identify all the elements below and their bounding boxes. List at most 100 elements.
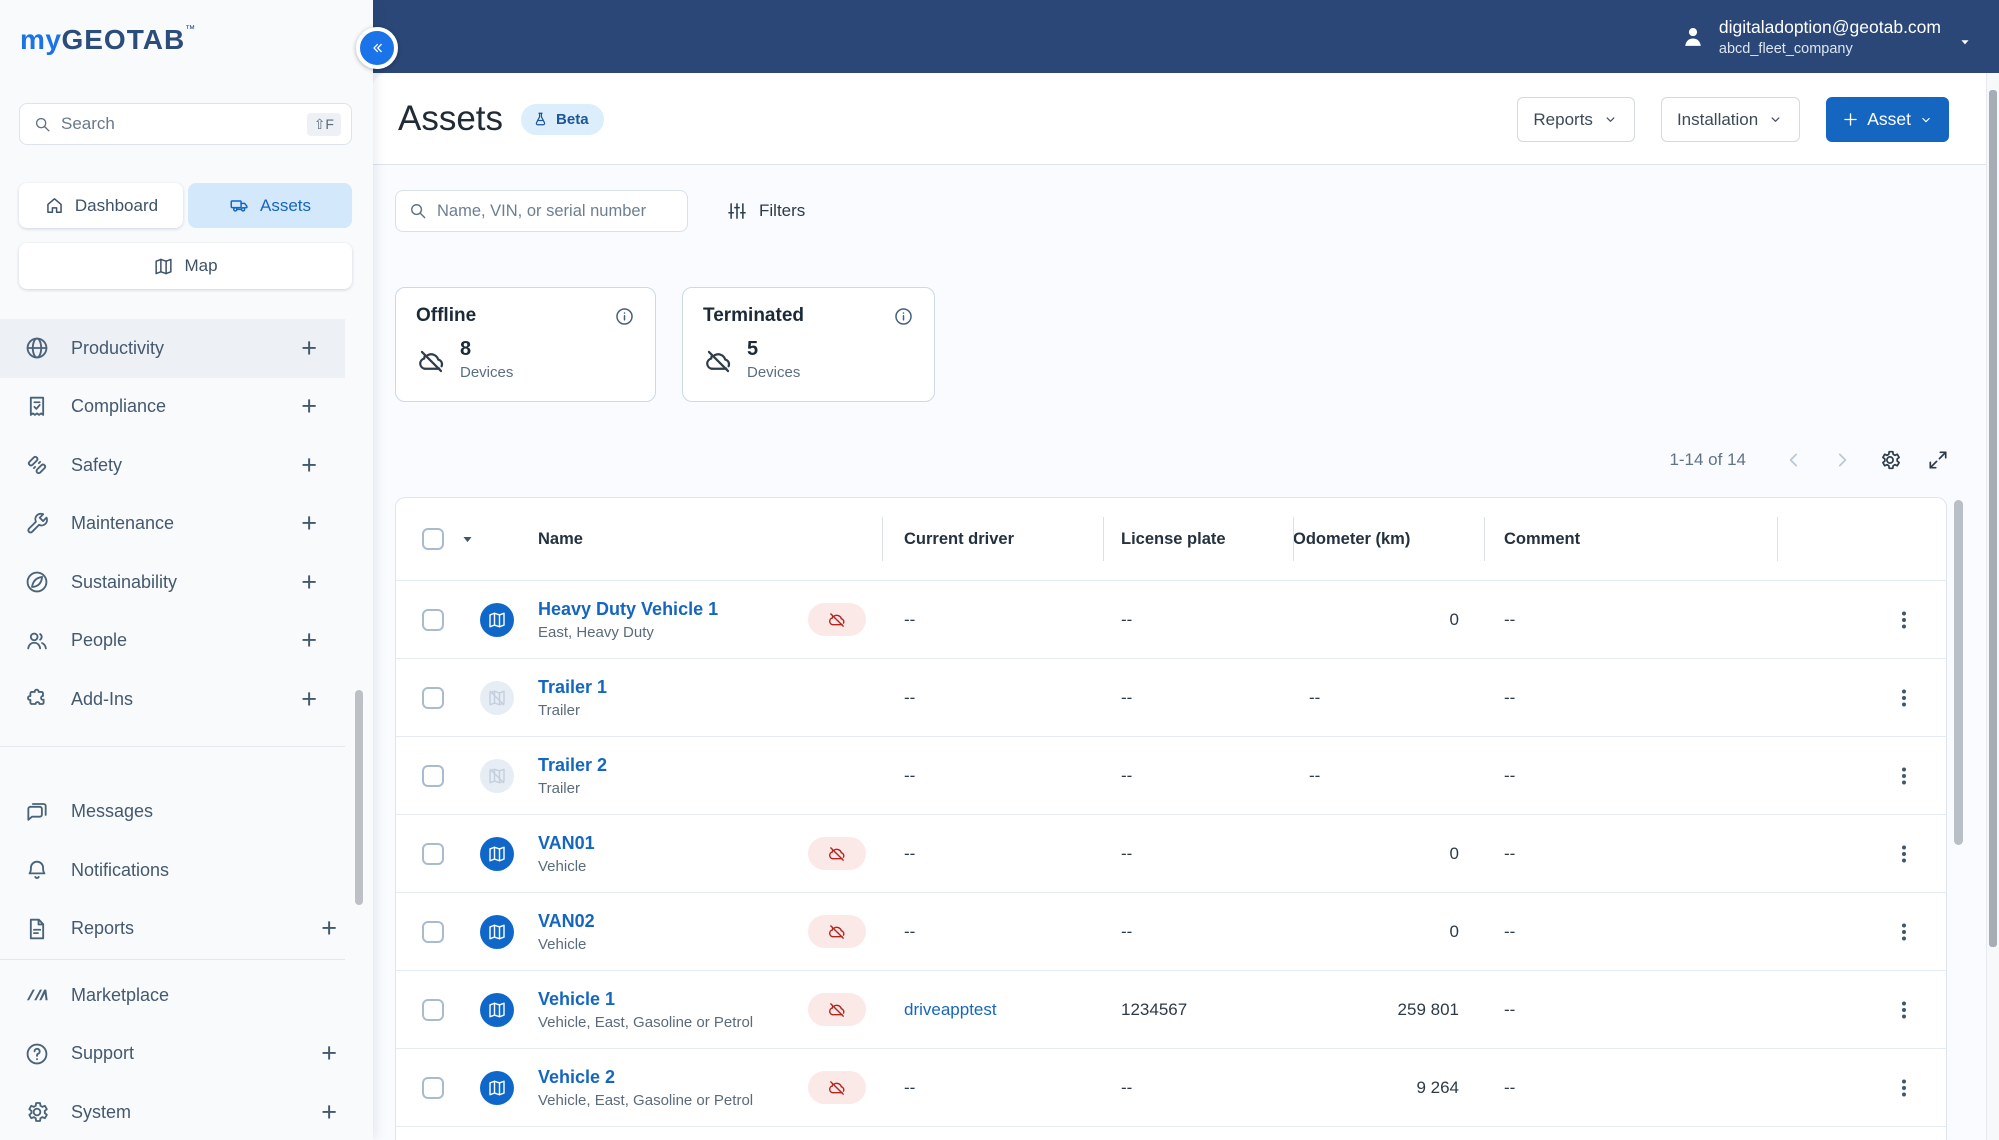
asset-name-cell: VAN02 Vehicle [480, 911, 808, 953]
row-checkbox[interactable] [422, 764, 444, 787]
kebab-menu-icon[interactable] [1892, 608, 1916, 632]
row-checkbox[interactable] [422, 608, 444, 631]
sidebar-item-notifications[interactable]: Notifications [0, 841, 345, 900]
sidebar-item-label: Support [71, 1043, 135, 1064]
kebab-menu-icon[interactable] [1892, 920, 1916, 944]
odometer-cell: 259 801 [1397, 999, 1459, 1019]
installation-button[interactable]: Installation [1660, 97, 1801, 142]
tab-label: Dashboard [74, 195, 159, 215]
sidebar-item-support[interactable]: Support + [0, 1025, 345, 1084]
asset-name-link[interactable]: Trailer 2 [538, 755, 607, 776]
sidebar-item-people[interactable]: People + [0, 612, 345, 671]
double-chevron-left-icon [368, 39, 386, 57]
sidebar-tab-dashboard[interactable]: Dashboard [19, 183, 183, 228]
kebab-menu-icon[interactable] [1892, 764, 1916, 788]
sidebar-item-system[interactable]: System + [0, 1083, 345, 1140]
user-menu[interactable]: digitaladoption@geotab.com abcd_fleet_co… [1679, 17, 1973, 57]
row-checkbox[interactable] [422, 1076, 444, 1099]
row-checkbox[interactable] [422, 998, 444, 1021]
mygeotab-app: digitaladoption@geotab.com abcd_fleet_co… [0, 0, 1999, 1140]
asset-name-link[interactable]: VAN02 [538, 911, 595, 932]
main-area: Assets Beta Reports Installation Asset N… [373, 73, 1999, 1140]
map-button[interactable]: Map [19, 243, 352, 289]
bell-icon [24, 857, 50, 883]
column-header-current-driver[interactable]: Current driver [882, 498, 1103, 580]
column-header-odometer[interactable]: Odometer (km) [1293, 498, 1484, 580]
card-title: Offline [416, 305, 477, 326]
offline-badge [808, 1071, 866, 1104]
license-plate-cell: -- [1121, 765, 1133, 785]
odometer-cell: 9 264 [1416, 1077, 1459, 1097]
expand-plus-icon[interactable]: + [301, 451, 317, 479]
kebab-menu-icon[interactable] [1892, 998, 1916, 1022]
table-settings-icon[interactable] [1878, 448, 1902, 472]
sidebar-item-messages[interactable]: Messages [0, 783, 345, 842]
kebab-menu-icon[interactable] [1892, 1076, 1916, 1100]
sidebar-item-productivity[interactable]: Productivity + [0, 319, 345, 378]
sidebar-item-compliance[interactable]: Compliance + [0, 378, 345, 437]
cloud-off-icon [703, 346, 734, 377]
expand-plus-icon[interactable]: + [301, 510, 317, 537]
nav-divider [0, 959, 345, 960]
title-row: Assets Beta [398, 73, 604, 165]
column-header-name[interactable]: Name [480, 498, 808, 580]
column-header-license-plate[interactable]: License plate [1103, 498, 1293, 580]
wrench-icon [24, 511, 50, 537]
row-checkbox[interactable] [422, 842, 444, 865]
asset-name-link[interactable]: VAN01 [538, 833, 595, 854]
asset-name-cell: Vehicle 1 Vehicle, East, Gasoline or Petr… [480, 989, 808, 1031]
sidebar-item-marketplace[interactable]: Marketplace [0, 966, 345, 1025]
report-icon [24, 916, 50, 942]
offline-card[interactable]: Offline 8 Devices [395, 287, 656, 402]
table-scrollbar-thumb[interactable] [1954, 500, 1963, 845]
asset-subtitle: Vehicle [538, 857, 587, 875]
expand-plus-icon[interactable]: + [321, 1098, 337, 1126]
asset-name-link[interactable]: Heavy Duty Vehicle 1 [538, 599, 718, 620]
column-header-comment[interactable]: Comment [1484, 498, 1777, 580]
window-scrollbar[interactable] [1986, 73, 1999, 1140]
info-icon[interactable] [893, 306, 914, 327]
asset-name-link[interactable]: Vehicle 2 [538, 1067, 753, 1088]
expand-plus-icon[interactable]: + [301, 334, 317, 362]
asset-name-link[interactable]: Vehicle 1 [538, 989, 753, 1010]
expand-plus-icon[interactable]: + [321, 1040, 337, 1067]
expand-plus-icon[interactable]: + [301, 627, 317, 654]
expand-plus-icon[interactable]: + [301, 393, 317, 420]
asset-name-link[interactable]: Trailer 1 [538, 677, 607, 698]
sidebar-item-safety[interactable]: Safety + [0, 436, 345, 495]
driver-link[interactable]: driveapptest [904, 1000, 997, 1019]
sidebar-item-label: Compliance [71, 396, 167, 417]
sidebar-search-input[interactable] [61, 114, 298, 134]
asset-search-box [395, 190, 688, 232]
kebab-menu-icon[interactable] [1892, 842, 1916, 866]
sidebar-tab-assets[interactable]: Assets [188, 183, 352, 228]
add-asset-button[interactable]: Asset [1826, 97, 1949, 142]
sidebar-collapse-button[interactable] [356, 27, 398, 69]
table-row: Trailer 1 Trailer -- -- -- -- [396, 658, 1946, 736]
window-scrollbar-thumb[interactable] [1989, 90, 1997, 947]
expand-plus-icon[interactable]: + [301, 568, 317, 596]
sidebar-scrollbar-thumb[interactable] [355, 690, 363, 905]
row-checkbox[interactable] [422, 686, 444, 709]
prev-page-icon[interactable] [1782, 448, 1806, 472]
expand-plus-icon[interactable]: + [321, 915, 337, 942]
sort-caret-icon[interactable] [460, 532, 475, 547]
info-icon[interactable] [614, 306, 635, 327]
kebab-menu-icon[interactable] [1892, 686, 1916, 710]
next-page-icon[interactable] [1830, 448, 1854, 472]
filters-button[interactable]: Filters [726, 200, 805, 222]
sidebar-item-add-ins[interactable]: Add-Ins + [0, 670, 345, 729]
sidebar-item-sustainability[interactable]: Sustainability + [0, 553, 345, 612]
asset-search-input[interactable] [437, 201, 675, 221]
row-checkbox[interactable] [422, 920, 444, 943]
reports-button[interactable]: Reports [1517, 97, 1635, 142]
sidebar-item-label: Safety [71, 454, 123, 475]
select-all-checkbox[interactable] [422, 528, 444, 550]
terminated-card[interactable]: Terminated 5 Devices [682, 287, 935, 402]
table-row: VAN02 Vehicle -- -- 0 -- [396, 892, 1946, 970]
sidebar-item-maintenance[interactable]: Maintenance + [0, 495, 345, 554]
map-off-icon [480, 758, 514, 793]
expand-plus-icon[interactable]: + [301, 685, 317, 713]
sidebar-item-reports[interactable]: Reports + [0, 900, 345, 959]
fullscreen-icon[interactable] [1926, 448, 1950, 472]
